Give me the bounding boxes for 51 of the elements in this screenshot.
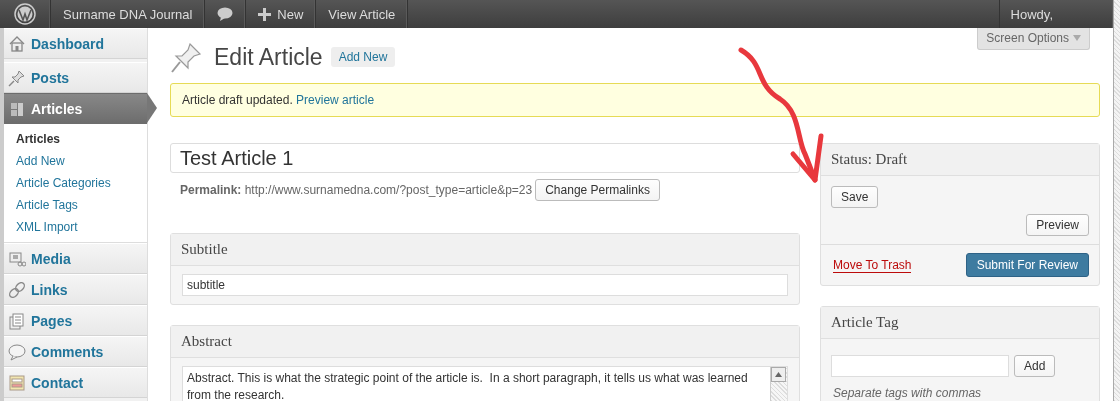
plus-icon [258,7,272,21]
menu-item[interactable]: Pages [4,305,147,336]
media-icon [8,249,26,268]
scrollbar[interactable] [1113,0,1120,401]
submenu-item[interactable]: Add New [4,150,147,172]
view-article-link[interactable]: View Article [316,0,409,28]
submenu-item[interactable]: Article Tags [4,194,147,216]
house-icon [8,34,26,53]
menu-item[interactable]: Articles [4,93,147,124]
menu-item[interactable]: Contact [4,367,147,398]
menu-item[interactable]: Posts [4,62,147,93]
notice-message: Article draft updated. [182,93,293,107]
submenu-item[interactable]: Articles [4,128,147,150]
pushpin-icon [170,40,202,74]
scroll-up-icon[interactable] [771,367,786,382]
submenu-item[interactable]: Article Categories [4,172,147,194]
submenu-item[interactable]: XML Import [4,216,147,238]
screen-options-button[interactable]: Screen Options [977,28,1090,50]
box-title: Status: Draft [821,144,1099,176]
pushpin-icon [8,68,26,87]
tag-field[interactable] [831,355,1009,377]
permalink-text: Permalink: http://www.surnamedna.com/?post_type=article&p=23 [180,183,533,197]
scrollbar[interactable] [770,367,787,401]
page-title: Edit Article [213,43,323,71]
box-title: Article Tag [821,307,1099,339]
add-new-button[interactable]: Add New [330,47,396,67]
preview-button[interactable]: Preview [1026,214,1089,236]
box-title: Abstract [171,326,799,358]
save-button[interactable]: Save [831,186,879,208]
speech-bubble-icon [8,342,26,361]
wordpress-logo-icon [14,3,36,25]
add-tag-button[interactable]: Add [1014,355,1056,377]
menu-item[interactable]: Comments [4,336,147,367]
abstract-field[interactable]: Abstract. This is what the strategic point of the article is. In a short paragraph, it tells us what was learned from the research. [182,366,788,401]
subtitle-field[interactable]: subtitle [182,274,788,296]
menu-item[interactable]: Media [4,243,147,274]
submit-for-review-button[interactable]: Submit For Review [965,253,1089,277]
menu-item[interactable]: Links [4,274,147,305]
change-permalinks-button[interactable]: Change Permalinks [535,179,660,201]
title-field[interactable]: Test Article 1 [170,143,800,173]
chain-link-icon [8,280,26,299]
tag-hint: Separate tags with commas [832,385,983,400]
new-button[interactable]: New [246,0,317,28]
box-title: Subtitle [171,234,799,266]
pages-icon [8,311,26,330]
dropdown-caret-icon [1073,35,1081,41]
menu-item[interactable]: Dashboard [4,28,147,59]
speech-bubble-icon [217,7,234,21]
preview-article-link[interactable]: Preview article [296,93,375,107]
form-icon [8,373,26,392]
move-to-trash-link[interactable]: Move To Trash [833,257,912,273]
